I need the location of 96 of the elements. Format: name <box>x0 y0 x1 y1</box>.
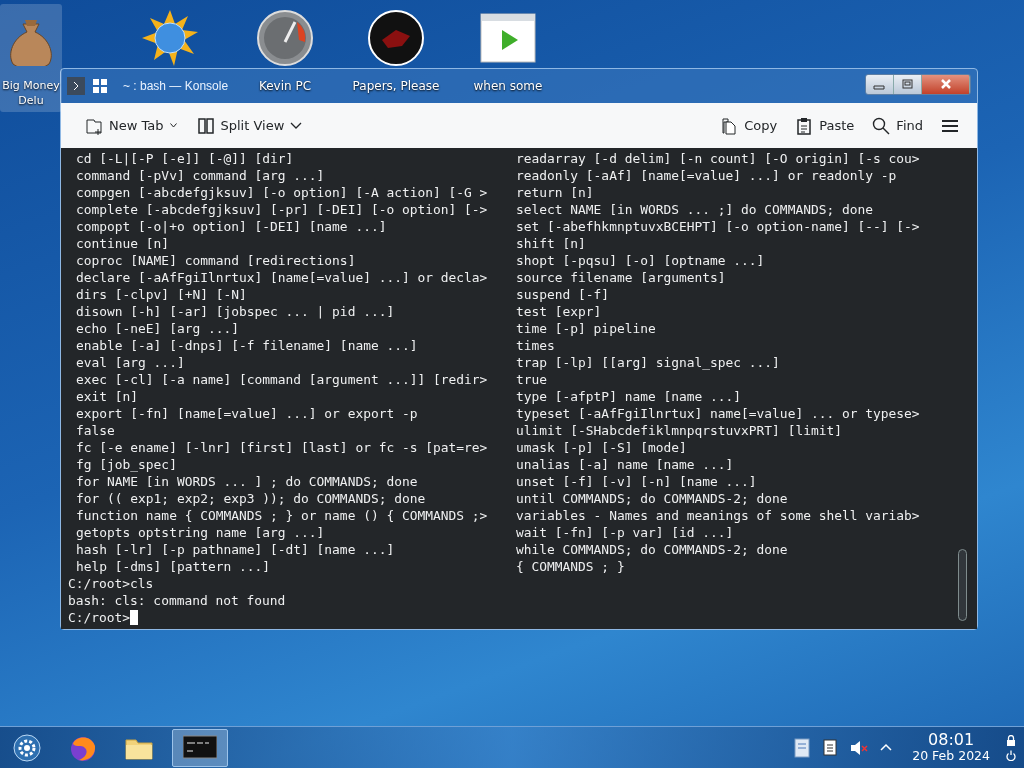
icon-label: Big Money Delu <box>2 78 60 108</box>
terminal-line: complete [-abcdefgjksuv] [-pr] [-DEI] [-o option] [-> <box>76 201 489 218</box>
clock-date: 20 Feb 2024 <box>912 748 990 764</box>
terminal-line: command [-pVv] command [arg ...] <box>76 167 326 184</box>
terminal-line: variables - Names and meanings of some shell variab> <box>516 507 921 524</box>
taskbar-button[interactable] <box>172 728 228 767</box>
power-icon[interactable] <box>1006 749 1016 761</box>
terminal-line: declare [-aAfFgiIlnrtux] [name[=value] ...] or decla> <box>76 269 489 286</box>
terminal-line: typeset [-aAfFgiIlnrtux] name[=value] ... or typese> <box>516 405 921 422</box>
terminal-line: { COMMANDS ; } <box>516 558 626 575</box>
terminal-line: test [expr] <box>516 303 603 320</box>
desktop-icon[interactable]: Big Money Delu <box>0 4 62 112</box>
desktop-icon[interactable]: Kevin PC <box>245 4 325 99</box>
terminal-line: export [-fn] [name[=value] ...] or export -p <box>76 405 419 422</box>
prompt-text: C:/root> <box>68 610 131 625</box>
notes-icon <box>792 736 813 759</box>
terminal-icon <box>183 733 217 762</box>
terminal-line: for NAME [in WORDS ... ] ; do COMMANDS; done <box>76 473 419 490</box>
terminal-line: while COMMANDS; do COMMANDS-2; done <box>516 541 789 558</box>
terminal-line: readarray [-d delim] [-n count] [-O origin] [-s cou> <box>516 150 921 167</box>
icon-label: when some <box>473 78 543 95</box>
chevron-icon[interactable] <box>67 77 85 95</box>
terminal-line: exit [n] <box>76 388 140 405</box>
restore-icon <box>902 79 912 89</box>
terminal-line: false <box>76 422 116 439</box>
terminal-line: until COMMANDS; do COMMANDS-2; done <box>516 490 789 507</box>
clipboard-icon <box>795 116 814 135</box>
grid-icon[interactable] <box>93 79 107 93</box>
terminal-line: bash: cls: command not found <box>68 592 287 609</box>
terminal-line: continue [n] <box>76 235 171 252</box>
terminal-line: fg [job_spec] <box>76 456 178 473</box>
lock-icon[interactable] <box>1006 734 1016 746</box>
terminal-line: coproc [NAME] command [redirections] <box>76 252 357 269</box>
icon-label: Kevin PC <box>258 78 312 95</box>
search-icon <box>872 116 891 135</box>
terminal-line: fc [-e ename] [-lnr] [first] [last] or fc -s [pat=re> <box>76 439 489 456</box>
toolbar-button[interactable]: Split View <box>190 111 309 140</box>
terminal-line: shopt [-pqsu] [-o] [optname ...] <box>516 252 766 269</box>
terminal-line: readonly [-aAf] [name[=value] ...] or readonly -p <box>516 167 898 184</box>
terminal-line: cd [-L|[-P [-e]] [-@]] [dir] <box>76 150 295 167</box>
terminal-line: exec [-cl] [-a name] [command [argument ...]] [redir> <box>76 371 489 388</box>
emblem-icon <box>368 10 424 66</box>
terminal-line: disown [-h] [-ar] [jobspec ... | pid ...] <box>76 303 396 320</box>
copy-icon <box>720 116 739 135</box>
terminal-line: compgen [-abcdefgjksuv] [-o option] [-A action] [-G > <box>76 184 489 201</box>
terminal-line: trap [-lp] [[arg] signal_spec ...] <box>516 354 781 371</box>
toolbar-button[interactable]: Copy <box>714 111 784 140</box>
toolbar-button[interactable]: Paste <box>789 111 861 140</box>
terminal-line: wait [-fn] [-p var] [id ...] <box>516 524 735 541</box>
gear-icon <box>13 733 41 762</box>
terminal-line: for (( exp1; exp2; exp3 )); do COMMANDS; done <box>76 490 427 507</box>
terminal-line: suspend [-f] <box>516 286 611 303</box>
terminal-line: C:/root>cls <box>68 575 155 592</box>
clock-time: 08:01 <box>928 731 975 748</box>
terminal-line: time [-p] pipeline <box>516 320 657 337</box>
terminal-line: set [-abefhkmnptuvxBCEHPT] [-o option-name] [--] [-> <box>516 218 921 235</box>
terminal-line: help [-dms] [pattern ...] <box>76 558 272 575</box>
terminal-line: source filename [arguments] <box>516 269 727 286</box>
text-cursor <box>130 610 139 625</box>
play-window-icon <box>480 10 536 66</box>
terminal-line: return [n] <box>516 184 595 201</box>
terminal-line: unalias [-a] name [name ...] <box>516 456 735 473</box>
terminal-line: compopt [-o|+o option] [-DEI] [name ...] <box>76 218 388 235</box>
terminal-line: true <box>516 371 549 388</box>
terminal-line: unset [-f] [-v] [-n] [name ...] <box>516 473 758 490</box>
terminal-line: times <box>516 337 556 354</box>
caret-icon <box>169 123 177 128</box>
terminal-line: ulimit [-SHabcdefiklmnpqrstuvxPRT] [limit] <box>516 422 843 439</box>
tray-button[interactable] <box>792 736 813 759</box>
terminal-line: select NAME [in WORDS ... ;] do COMMANDS; done <box>516 201 874 218</box>
terminal-line: hash [-lr] [-p pathname] [-dt] [name ...] <box>76 541 396 558</box>
close-icon <box>940 78 951 90</box>
terminal-line: echo [-neE] [arg ...] <box>76 320 240 337</box>
desktop-icon[interactable]: when some <box>468 4 548 99</box>
terminal-line: dirs [-clpv] [+N] [-N] <box>76 286 248 303</box>
toolbar-button[interactable]: Find <box>866 111 929 140</box>
minimize-button[interactable] <box>866 74 894 94</box>
terminal-line: function name { COMMANDS ; } or name () { COMMANDS ;> <box>76 507 489 524</box>
terminal-line: enable [-a] [-dnps] [-f filename] [name ...] <box>76 337 419 354</box>
terminal-line: umask [-p] [-S] [mode] <box>516 439 688 456</box>
gauge-icon <box>257 10 313 66</box>
terminal-line: type [-afptP] name [name ...] <box>516 388 743 405</box>
terminal-line: eval [arg ...] <box>76 354 186 371</box>
minimize-icon <box>873 85 884 90</box>
toolbar-button[interactable]: New Tab <box>79 111 183 140</box>
window-title: ~ : bash — Konsole <box>123 78 229 95</box>
chevron-down-icon <box>290 121 303 130</box>
scrollbar-thumb[interactable] <box>958 549 967 621</box>
new-tab-icon <box>85 116 103 135</box>
split-view-icon <box>196 116 215 135</box>
icon-label: Papers, Please <box>352 78 440 95</box>
close-button[interactable] <box>922 74 970 94</box>
maximize-button[interactable] <box>894 74 922 94</box>
terminal-line: shift [n] <box>516 235 587 252</box>
terminal-line: getopts optstring name [arg ...] <box>76 524 326 541</box>
sun-globe-icon <box>142 10 198 66</box>
